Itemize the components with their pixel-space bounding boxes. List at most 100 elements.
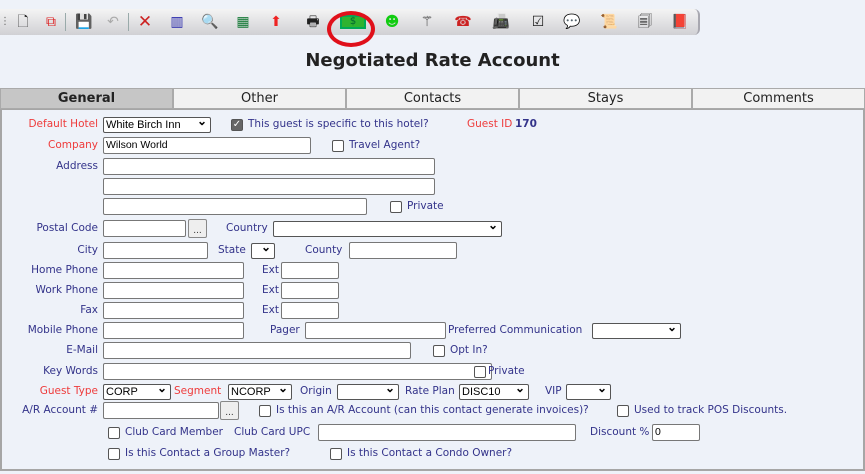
condo-owner-checkbox[interactable]: [330, 448, 342, 460]
keywords-private-label: Private: [488, 365, 525, 377]
tab-other[interactable]: Other: [173, 88, 346, 109]
rate-plan-label: Rate Plan: [405, 385, 455, 397]
fax-icon[interactable]: 📠: [490, 12, 512, 32]
postal-code-input[interactable]: [103, 220, 186, 237]
delete-icon[interactable]: ✕: [134, 12, 156, 32]
county-input[interactable]: [349, 242, 457, 259]
rate-plan-select[interactable]: DISC10: [459, 381, 529, 400]
tab-general[interactable]: General: [0, 88, 173, 109]
pos-discounts-label: Used to track POS Discounts.: [634, 404, 788, 416]
highlight-circle: [327, 11, 375, 47]
home-ext-label: Ext: [262, 264, 279, 276]
page-title: Negotiated Rate Account: [305, 50, 560, 71]
opt-in-label: Opt In?: [450, 344, 488, 356]
company-input[interactable]: Wilson World: [103, 137, 311, 154]
fax-ext-label: Ext: [262, 304, 279, 316]
new-icon[interactable]: 🗋: [12, 12, 34, 32]
city-input[interactable]: [103, 242, 208, 259]
club-card-member-label: Club Card Member: [125, 426, 223, 438]
preferred-communication-label: Preferred Communication: [448, 324, 583, 336]
mobile-phone-label: Mobile Phone: [27, 324, 98, 336]
print-icon[interactable]: 🖶: [302, 12, 324, 32]
tab-contacts[interactable]: Contacts: [346, 88, 519, 109]
scroll-icon[interactable]: 📜: [598, 12, 620, 32]
hotel-specific-checkbox[interactable]: ✓: [231, 119, 243, 131]
tab-stays[interactable]: Stays: [519, 88, 692, 109]
ar-account-input[interactable]: [103, 402, 219, 419]
ar-lookup-button[interactable]: ...: [220, 401, 239, 420]
keywords-private-checkbox[interactable]: [474, 366, 486, 378]
address-line-3[interactable]: [103, 198, 367, 215]
segment-select[interactable]: NCORP: [228, 381, 292, 400]
club-card-upc-input[interactable]: [318, 424, 576, 441]
address-private-checkbox[interactable]: [390, 201, 402, 213]
guest-id-value: 170: [515, 118, 537, 130]
hotel-specific-label: This guest is specific to this hotel?: [248, 118, 429, 130]
travel-agent-label: Travel Agent?: [349, 139, 421, 151]
email-input[interactable]: [103, 342, 411, 359]
work-ext-input[interactable]: [281, 282, 339, 299]
company-label: Company: [48, 139, 98, 151]
condo-owner-label: Is this Contact a Condo Owner?: [347, 447, 513, 459]
state-label: State: [218, 244, 246, 256]
smiley-icon[interactable]: ☻: [381, 12, 403, 32]
default-hotel-select[interactable]: White Birch Inn: [103, 114, 211, 133]
home-phone-input[interactable]: [103, 262, 244, 279]
origin-label: Origin: [300, 385, 332, 397]
default-hotel-label: Default Hotel: [28, 118, 98, 130]
guest-type-select[interactable]: CORP: [103, 381, 171, 400]
fax-input[interactable]: [103, 302, 244, 319]
discount-input[interactable]: 0: [652, 424, 700, 441]
book-icon[interactable]: 📕: [669, 12, 691, 32]
pager-input[interactable]: [305, 322, 446, 339]
wand-icon[interactable]: ⚚: [416, 12, 438, 32]
documents-icon[interactable]: 🗐: [634, 12, 656, 32]
travel-agent-checkbox[interactable]: [332, 140, 344, 152]
preferred-communication-select[interactable]: [592, 320, 681, 339]
group-master-label: Is this Contact a Group Master?: [125, 447, 291, 459]
mobile-phone-input[interactable]: [103, 322, 244, 339]
club-card-upc-label: Club Card UPC: [234, 426, 311, 438]
fax-ext-input[interactable]: [281, 302, 339, 319]
address-line-2[interactable]: [103, 178, 435, 195]
home-ext-input[interactable]: [281, 262, 339, 279]
country-select[interactable]: [273, 218, 502, 237]
city-label: City: [77, 244, 98, 256]
club-card-member-checkbox[interactable]: [108, 427, 120, 439]
state-select[interactable]: [251, 240, 275, 259]
pos-discounts-checkbox[interactable]: [617, 405, 629, 417]
vip-select[interactable]: [566, 381, 611, 400]
comment-icon[interactable]: 💬: [561, 12, 583, 32]
merge-icon[interactable]: ▥: [166, 12, 188, 32]
clipboard-icon[interactable]: ☑: [527, 12, 549, 32]
email-label: E-Mail: [66, 344, 98, 356]
keywords-input[interactable]: [103, 363, 492, 380]
guest-id-label: Guest ID: [467, 118, 513, 130]
home-phone-label: Home Phone: [31, 264, 98, 276]
tab-comments[interactable]: Comments: [692, 88, 865, 109]
segment-label: Segment: [174, 385, 222, 397]
discount-label: Discount %: [590, 426, 650, 438]
undo-icon[interactable]: ↶: [102, 12, 124, 32]
origin-select[interactable]: [337, 381, 399, 400]
pager-label: Pager: [270, 324, 300, 336]
opt-in-checkbox[interactable]: [433, 345, 445, 357]
address-private-label: Private: [407, 200, 444, 212]
address-line-1[interactable]: [103, 158, 435, 175]
fax-label: Fax: [80, 304, 98, 316]
network-icon[interactable]: ▦: [232, 12, 254, 32]
postal-code-label: Postal Code: [36, 222, 98, 234]
search-add-icon[interactable]: 🔍: [199, 12, 221, 32]
ar-account-label: A/R Account #: [22, 404, 98, 416]
country-label: Country: [226, 222, 268, 234]
ar-account-checkbox[interactable]: [259, 405, 271, 417]
group-master-checkbox[interactable]: [108, 448, 120, 460]
phone-icon[interactable]: ☎: [452, 12, 474, 32]
save-icon[interactable]: 💾: [73, 12, 95, 32]
postal-lookup-button[interactable]: ...: [188, 219, 207, 238]
work-ext-label: Ext: [262, 284, 279, 296]
work-phone-input[interactable]: [103, 282, 244, 299]
export-icon[interactable]: ⬆: [265, 12, 287, 32]
grip-icon: ⋮: [0, 16, 10, 27]
copy-icon[interactable]: ⧉: [40, 12, 62, 32]
